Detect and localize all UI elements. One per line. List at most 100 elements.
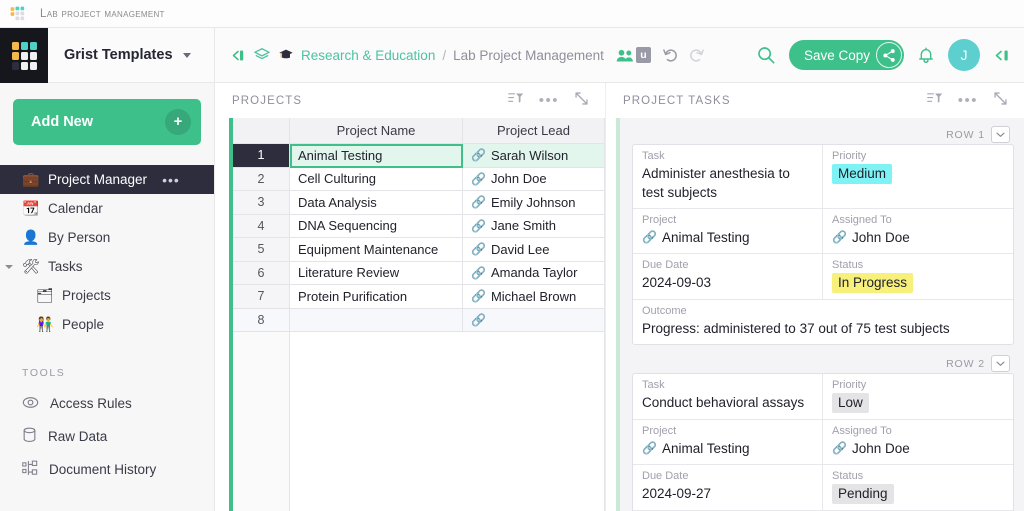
redo-icon[interactable] (687, 47, 705, 63)
layers-icon[interactable] (253, 47, 271, 63)
column-header-project-name[interactable]: Project Name (290, 118, 463, 144)
chevron-down-icon[interactable] (991, 355, 1010, 372)
table-row[interactable]: 7 Protein Purification 🔗 Michael Brown (233, 285, 605, 309)
sort-filter-icon[interactable] (926, 91, 943, 111)
avatar[interactable]: J (948, 39, 980, 71)
row-number[interactable]: 8 (233, 308, 290, 332)
sidebar-item-tasks[interactable]: 🛠 Tasks (0, 252, 214, 281)
sidebar-item-access-rules[interactable]: Access Rules (0, 387, 214, 420)
card-field-due-date[interactable]: Due Date 2024-09-03 (633, 254, 823, 299)
card-record[interactable]: ROW 2 Task Conduct behavioral assays Pri… (632, 354, 1014, 511)
expand-icon[interactable] (574, 91, 589, 111)
card-field-priority[interactable]: Priority Low (823, 374, 1013, 419)
card-body[interactable]: Task Conduct behavioral assays Priority … (632, 373, 1014, 511)
project-tasks-widget: PROJECT TASKS ••• ROW 1 Task Administer … (605, 83, 1024, 511)
collapse-left-panel-icon[interactable] (229, 48, 246, 63)
people-icon[interactable] (616, 48, 638, 63)
cell-project-lead[interactable]: 🔗 Emily Johnson (463, 191, 605, 215)
graduation-cap-icon[interactable] (278, 47, 294, 63)
history-icon (22, 460, 38, 479)
row-number[interactable]: 3 (233, 191, 290, 215)
sidebar-item-by-person[interactable]: 👤 By Person (0, 223, 214, 252)
cell-project-name[interactable]: Data Analysis (290, 191, 463, 215)
field-value: Animal Testing (661, 441, 750, 456)
sidebar-item-people[interactable]: 👫 People (0, 310, 214, 339)
card-field-task[interactable]: Task Administer anesthesia to test subje… (633, 145, 823, 208)
sidebar-item-project-manager[interactable]: 💼 Project Manager ••• (0, 165, 214, 194)
row-number[interactable]: 5 (233, 238, 290, 262)
cell-project-lead[interactable]: 🔗 Michael Brown (463, 285, 605, 309)
cell-project-lead[interactable]: 🔗 (463, 308, 605, 332)
share-icon[interactable] (876, 42, 902, 68)
row-number[interactable]: 2 (233, 167, 290, 191)
table-row[interactable]: 6 Literature Review 🔗 Amanda Taylor (233, 261, 605, 285)
unsaved-changes-badge[interactable]: u (635, 47, 651, 63)
table-row[interactable]: 4 DNA Sequencing 🔗 Jane Smith (233, 214, 605, 238)
bell-icon[interactable] (917, 46, 935, 65)
sidebar-item-label: Project Manager (48, 172, 148, 187)
project-tasks-card-list[interactable]: ROW 1 Task Administer anesthesia to test… (620, 118, 1024, 511)
row-number[interactable]: 1 (233, 144, 290, 168)
card-field-due-date[interactable]: Due Date 2024-09-27 (633, 465, 823, 510)
cell-project-lead[interactable]: 🔗 David Lee (463, 238, 605, 262)
cell-project-name[interactable]: Equipment Maintenance (290, 238, 463, 262)
row-number[interactable]: 6 (233, 261, 290, 285)
card-field-assigned-to[interactable]: Assigned To 🔗 John Doe (823, 420, 1013, 464)
cell-project-name[interactable]: DNA Sequencing (290, 214, 463, 238)
cell-project-name[interactable]: Protein Purification (290, 285, 463, 309)
card-field-project[interactable]: Project 🔗 Animal Testing (633, 209, 823, 253)
cell-project-name[interactable]: Literature Review (290, 261, 463, 285)
page-menu-icon[interactable]: ••• (162, 172, 180, 188)
add-new-button[interactable]: Add New + (13, 99, 201, 145)
chevron-down-icon[interactable] (5, 264, 13, 269)
undo-icon[interactable] (662, 47, 680, 63)
projects-widget-menu-icon[interactable]: ••• (539, 93, 559, 108)
sort-filter-icon[interactable] (507, 91, 524, 111)
card-body[interactable]: Task Administer anesthesia to test subje… (632, 144, 1014, 345)
card-field-outcome[interactable]: Outcome Progress: administered to 37 out… (633, 300, 1013, 344)
table-row-add-new[interactable]: 8 🔗 (233, 308, 605, 332)
table-row[interactable]: 2 Cell Culturing 🔗 John Doe (233, 167, 605, 191)
card-record[interactable]: ROW 1 Task Administer anesthesia to test… (632, 125, 1014, 345)
table-row[interactable]: 5 Equipment Maintenance 🔗 David Lee (233, 238, 605, 262)
database-icon (22, 427, 37, 446)
search-icon[interactable] (756, 45, 776, 65)
card-field-row: Project 🔗 Animal Testing Assigned To 🔗 J… (633, 420, 1013, 465)
sidebar-item-projects[interactable]: 🗂 Projects (0, 281, 214, 310)
sidebar-item-document-history[interactable]: Document History (0, 453, 214, 486)
cell-project-name[interactable]: Animal Testing (290, 144, 463, 168)
sidebar-item-raw-data[interactable]: Raw Data (0, 420, 214, 453)
projects-grid[interactable]: Project Name Project Lead 1 Animal Testi… (233, 118, 605, 511)
grist-logo-icon[interactable] (0, 28, 48, 83)
chevron-down-icon[interactable] (991, 126, 1010, 143)
row-number[interactable]: 4 (233, 214, 290, 238)
row-number[interactable]: 7 (233, 285, 290, 309)
org-switcher[interactable]: Grist Templates (48, 28, 215, 82)
table-row[interactable]: 1 Animal Testing 🔗 Sarah Wilson (233, 144, 605, 168)
field-value: Progress: administered to 37 out of 75 t… (642, 321, 950, 336)
cell-project-lead[interactable]: 🔗 Amanda Taylor (463, 261, 605, 285)
column-header-project-lead[interactable]: Project Lead (463, 118, 605, 144)
cell-project-lead[interactable]: 🔗 Jane Smith (463, 214, 605, 238)
grid-empty-space (233, 332, 605, 511)
cell-project-name[interactable]: Cell Culturing (290, 167, 463, 191)
card-field-status[interactable]: Status Pending (823, 465, 1013, 510)
cell-project-name[interactable] (290, 308, 463, 332)
card-field-status[interactable]: Status In Progress (823, 254, 1013, 299)
breadcrumb-workspace[interactable]: Research & Education (301, 48, 435, 63)
save-copy-button[interactable]: Save Copy (788, 40, 904, 70)
cell-project-lead[interactable]: 🔗 Sarah Wilson (463, 144, 605, 168)
table-row[interactable]: 3 Data Analysis 🔗 Emily Johnson (233, 191, 605, 215)
cell-project-lead[interactable]: 🔗 John Doe (463, 167, 605, 191)
expand-icon[interactable] (993, 91, 1008, 111)
project-tasks-widget-menu-icon[interactable]: ••• (958, 93, 978, 108)
collapse-right-panel-icon[interactable] (993, 48, 1010, 63)
card-field-task[interactable]: Task Conduct behavioral assays (633, 374, 823, 419)
card-field-assigned-to[interactable]: Assigned To 🔗 John Doe (823, 209, 1013, 253)
column-header-rownum[interactable] (233, 118, 290, 144)
card-field-project[interactable]: Project 🔗 Animal Testing (633, 420, 823, 464)
card-field-priority[interactable]: Priority Medium (823, 145, 1013, 208)
breadcrumb-document[interactable]: Lab Project Management (453, 48, 604, 63)
grid-empty-rownum (233, 332, 290, 511)
sidebar-item-calendar[interactable]: 📆 Calendar (0, 194, 214, 223)
